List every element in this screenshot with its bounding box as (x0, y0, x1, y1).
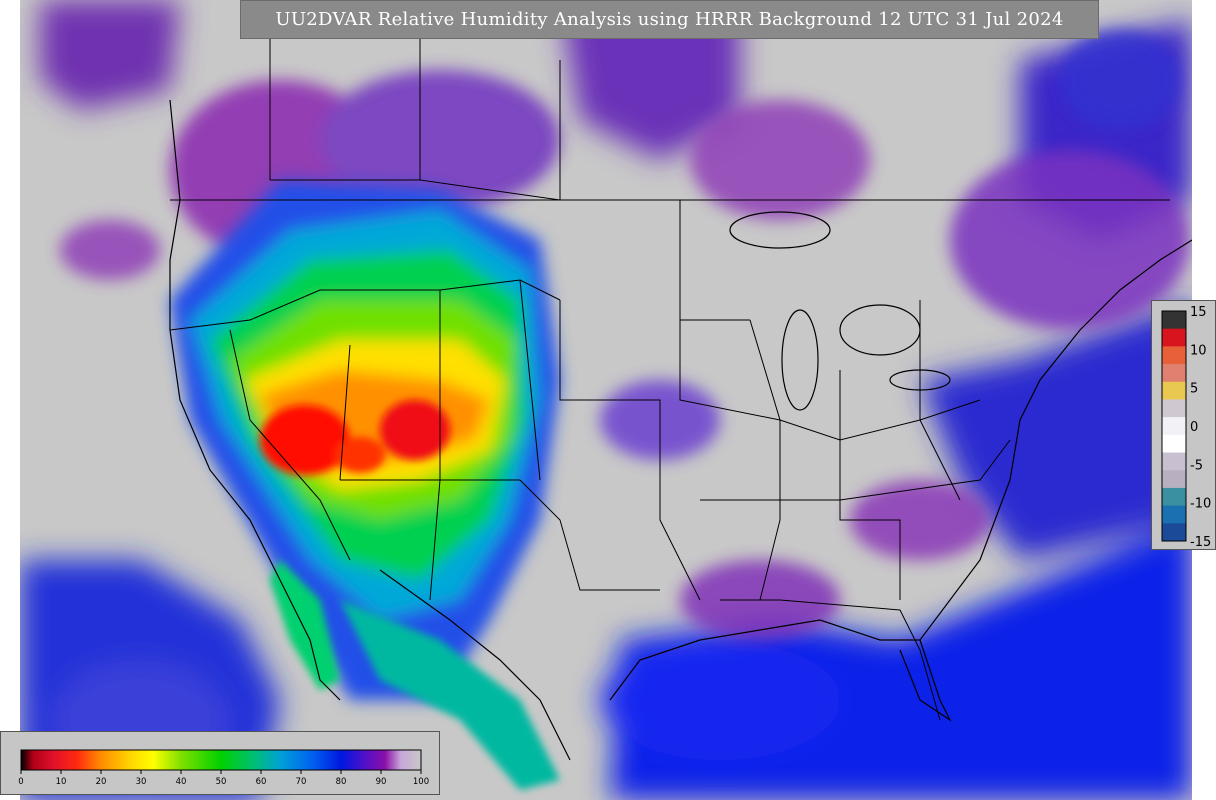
map-canvas (20, 0, 1192, 800)
increment-tick-label: -5 (1190, 458, 1203, 473)
increment-tick-label: -10 (1190, 497, 1211, 512)
humidity-tick-label: 0 (18, 777, 23, 787)
increment-swatch (1162, 381, 1186, 400)
humidity-tick-label: 20 (96, 777, 107, 787)
humidity-colorbar-svg: 0 10 20 30 40 50 60 70 80 90 100 (18, 749, 429, 787)
humidity-colorbar: 0 10 20 30 40 50 60 70 80 90 100 (0, 731, 440, 795)
increment-swatch (1162, 523, 1186, 542)
increment-colorbar-svg: 15 10 5 0 -5 -10 -15 (1161, 305, 1211, 550)
increment-swatch (1162, 328, 1186, 347)
humidity-tick-label: 80 (336, 777, 347, 787)
humidity-colorbar-ticks: 0 10 20 30 40 50 60 70 80 90 100 (18, 770, 429, 787)
increment-tick-label: -15 (1190, 535, 1211, 550)
increment-swatch (1162, 452, 1186, 471)
humidity-tick-label: 30 (136, 777, 147, 787)
increment-swatch (1162, 487, 1186, 507)
increment-swatch (1162, 417, 1186, 436)
humidity-map (20, 0, 1192, 800)
humidity-tick-label: 90 (376, 777, 387, 787)
humidity-tick-label: 40 (176, 777, 187, 787)
increment-swatch (1162, 399, 1186, 418)
increment-colorbar: 15 10 5 0 -5 -10 -15 (1151, 300, 1216, 550)
increment-colorbar-ticks: 15 10 5 0 -5 -10 -15 (1190, 305, 1211, 550)
increment-swatch (1162, 434, 1186, 454)
increment-tick-label: 10 (1190, 343, 1207, 358)
increment-swatch (1162, 470, 1186, 489)
increment-tick-label: 0 (1190, 420, 1198, 435)
humidity-tick-label: 50 (216, 777, 227, 787)
increment-swatch (1162, 364, 1186, 383)
humidity-tick-label: 10 (56, 777, 67, 787)
map-title: UU2DVAR Relative Humidity Analysis using… (240, 0, 1099, 39)
increment-tick-label: 15 (1190, 305, 1207, 320)
increment-tick-label: 5 (1190, 382, 1198, 397)
humidity-tick-label: 70 (296, 777, 307, 787)
increment-swatch (1162, 505, 1186, 524)
increment-colorbar-swatches (1161, 310, 1187, 542)
humidity-colorbar-ramp (20, 749, 422, 771)
increment-swatch (1162, 346, 1186, 365)
humidity-tick-label: 100 (413, 777, 429, 787)
humidity-tick-label: 60 (256, 777, 267, 787)
increment-swatch (1162, 311, 1186, 330)
page: UU2DVAR Relative Humidity Analysis using… (0, 0, 1216, 800)
